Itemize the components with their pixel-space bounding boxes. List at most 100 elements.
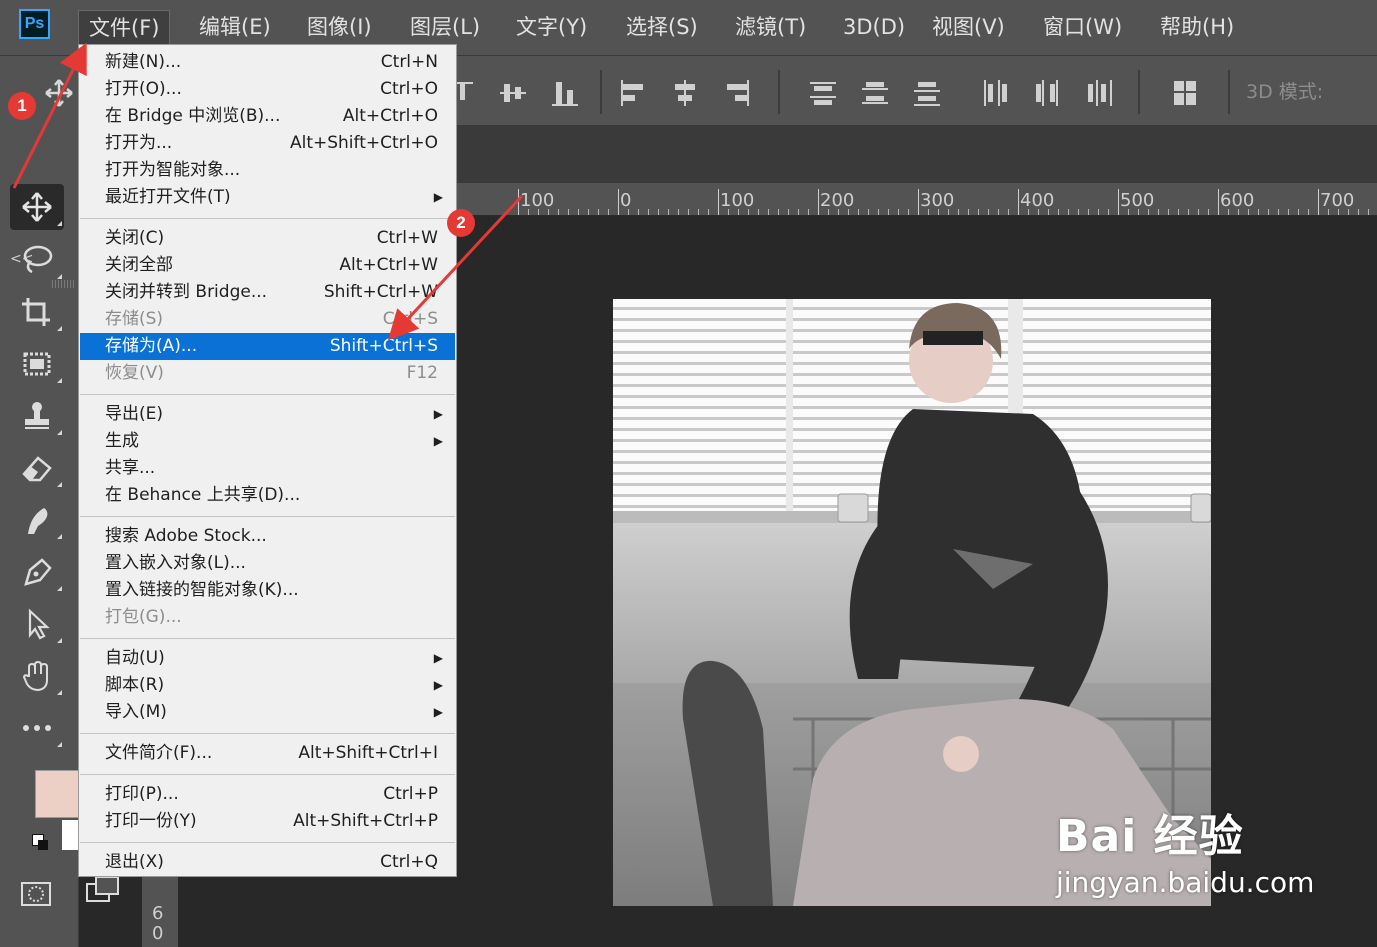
menu-3d[interactable]: 3D(D) [843,10,905,44]
file-menu-item[interactable]: 自动(U) ▶ [80,645,455,672]
file-menu-item[interactable]: 在 Behance 上共享(D)... [80,482,455,509]
menu-file[interactable]: 文件(F) [78,10,171,46]
align-top-icon[interactable] [455,78,475,108]
file-menu-item[interactable]: 导出(E) ▶ [80,401,455,428]
ruler-minor-tick [968,209,969,215]
align-bottom-icon[interactable] [550,78,580,108]
path-selection-tool[interactable] [10,601,64,647]
file-menu-item[interactable]: 文件简介(F)... Alt+Shift+Ctrl+I [80,740,455,767]
file-menu-item[interactable]: 打印一份(Y) Alt+Shift+Ctrl+P [80,808,455,835]
move-options-icon[interactable] [44,78,74,108]
more-tools-button[interactable] [10,705,64,751]
menu-item-label: 导入(M) [105,702,167,722]
ruler-minor-tick [1198,209,1199,215]
menu-item-shortcut: Ctrl+P [383,784,438,804]
distribute-right-icon[interactable] [1084,78,1114,108]
menu-separator [80,638,455,639]
menu-view[interactable]: 视图(V) [932,10,1005,44]
menu-edit[interactable]: 编辑(E) [199,10,271,44]
move-tool[interactable] [10,184,64,230]
lasso-tool[interactable] [10,237,64,283]
file-menu-item[interactable]: 置入嵌入对象(L)... [80,550,455,577]
file-menu-item[interactable]: 存储为(A)... Shift+Ctrl+S [80,333,455,360]
distribute-top-icon[interactable] [808,78,838,108]
ruler-minor-tick [568,209,569,215]
background-color-swatch[interactable] [62,820,78,850]
menu-image[interactable]: 图像(I) [307,10,372,44]
distribute-bottom-icon[interactable] [912,78,942,108]
submenu-arrow-icon: ▶ [433,434,443,448]
file-menu-item[interactable]: 置入链接的智能对象(K)... [80,577,455,604]
file-menu-item[interactable]: 生成 ▶ [80,428,455,455]
menu-select[interactable]: 选择(S) [626,10,698,44]
distribute-hcenter-icon[interactable] [1032,78,1062,108]
ruler-minor-tick [588,209,589,215]
file-menu-item[interactable]: 关闭并转到 Bridge... Shift+Ctrl+W [80,279,455,306]
menu-item-label: 存储为(A)... [105,336,198,356]
file-menu-item[interactable]: 脚本(R) ▶ [80,672,455,699]
file-menu-item[interactable]: 关闭全部 Alt+Ctrl+W [80,252,455,279]
file-menu-item[interactable]: 共享... [80,455,455,482]
file-menu-item[interactable]: 新建(N)... Ctrl+N [80,49,455,76]
align-vcenter-icon[interactable] [498,78,528,108]
ruler-label: 300 [920,190,955,211]
watermark-url: jingyan.baidu.com [1056,866,1315,899]
menu-separator [80,516,455,517]
ruler-minor-tick [1288,209,1289,215]
hand-tool[interactable] [10,653,64,699]
step-badge-2: 2 [447,209,475,237]
menu-item-label: 打印(P)... [105,784,179,804]
frame-icon [23,352,51,376]
menu-item-shortcut: Alt+Shift+Ctrl+O [289,133,438,153]
menu-window[interactable]: 窗口(W) [1043,10,1122,44]
ruler-minor-tick [758,209,759,215]
foreground-color-swatch[interactable] [35,770,79,818]
menu-item-label: 生成 [105,431,139,451]
menu-help[interactable]: 帮助(H) [1160,10,1234,44]
menu-filter[interactable]: 滤镜(T) [735,10,806,44]
ruler-label: 600 [1220,190,1255,211]
smudge-tool[interactable] [10,497,64,543]
smudge-icon [28,508,48,534]
pen-tool[interactable] [10,549,64,595]
file-menu-item[interactable]: 打开(O)... Ctrl+O [80,76,455,103]
ruler-minor-tick [1108,209,1109,215]
distribute-left-icon[interactable] [980,78,1010,108]
menu-item-shortcut: Alt+Ctrl+O [342,106,438,126]
ruler-major-tick [718,189,719,215]
auto-align-icon[interactable] [1170,78,1200,108]
file-menu-item[interactable]: 在 Bridge 中浏览(B)... Alt+Ctrl+O [80,103,455,130]
file-menu-item[interactable]: 关闭(C) Ctrl+W [80,225,455,252]
ruler-minor-tick [808,209,809,215]
menu-item-label: 打包(G)... [105,607,182,627]
crop-tool[interactable] [10,289,64,335]
menu-layer[interactable]: 图层(L) [410,10,480,44]
file-menu-item[interactable]: 搜索 Adobe Stock... [80,523,455,550]
file-menu-item[interactable]: 打开为... Alt+Shift+Ctrl+O [80,130,455,157]
menu-item-label: 关闭(C) [105,228,165,248]
ruler-minor-tick [928,209,929,215]
ruler-minor-tick [738,209,739,215]
distribute-vcenter-icon[interactable] [860,78,890,108]
ruler-minor-tick [1308,209,1309,215]
file-menu-item[interactable]: 打开为智能对象... [80,157,455,184]
file-menu-item[interactable]: 最近打开文件(T) ▶ [80,184,455,211]
ruler-minor-tick [1268,209,1269,215]
screen-mode-icon[interactable] [85,875,121,905]
stamp-tool[interactable] [10,393,64,439]
ruler-minor-tick [1028,209,1029,215]
eraser-tool[interactable] [10,445,64,491]
file-menu-item[interactable]: 退出(X) Ctrl+Q [80,849,455,876]
ruler-label: 0 [620,190,632,211]
ruler-minor-tick [1188,209,1189,215]
align-hcenter-icon[interactable] [670,78,700,108]
align-right-icon[interactable] [722,78,752,108]
quick-mask-icon[interactable] [20,880,54,908]
ruler-minor-tick [1048,209,1049,215]
photoshop-logo-icon[interactable]: Ps [19,9,50,39]
file-menu-item[interactable]: 打印(P)... Ctrl+P [80,781,455,808]
align-left-icon[interactable] [618,78,648,108]
frame-tool[interactable] [10,341,64,387]
file-menu-item[interactable]: 导入(M) ▶ [80,699,455,726]
menu-type[interactable]: 文字(Y) [516,10,587,44]
